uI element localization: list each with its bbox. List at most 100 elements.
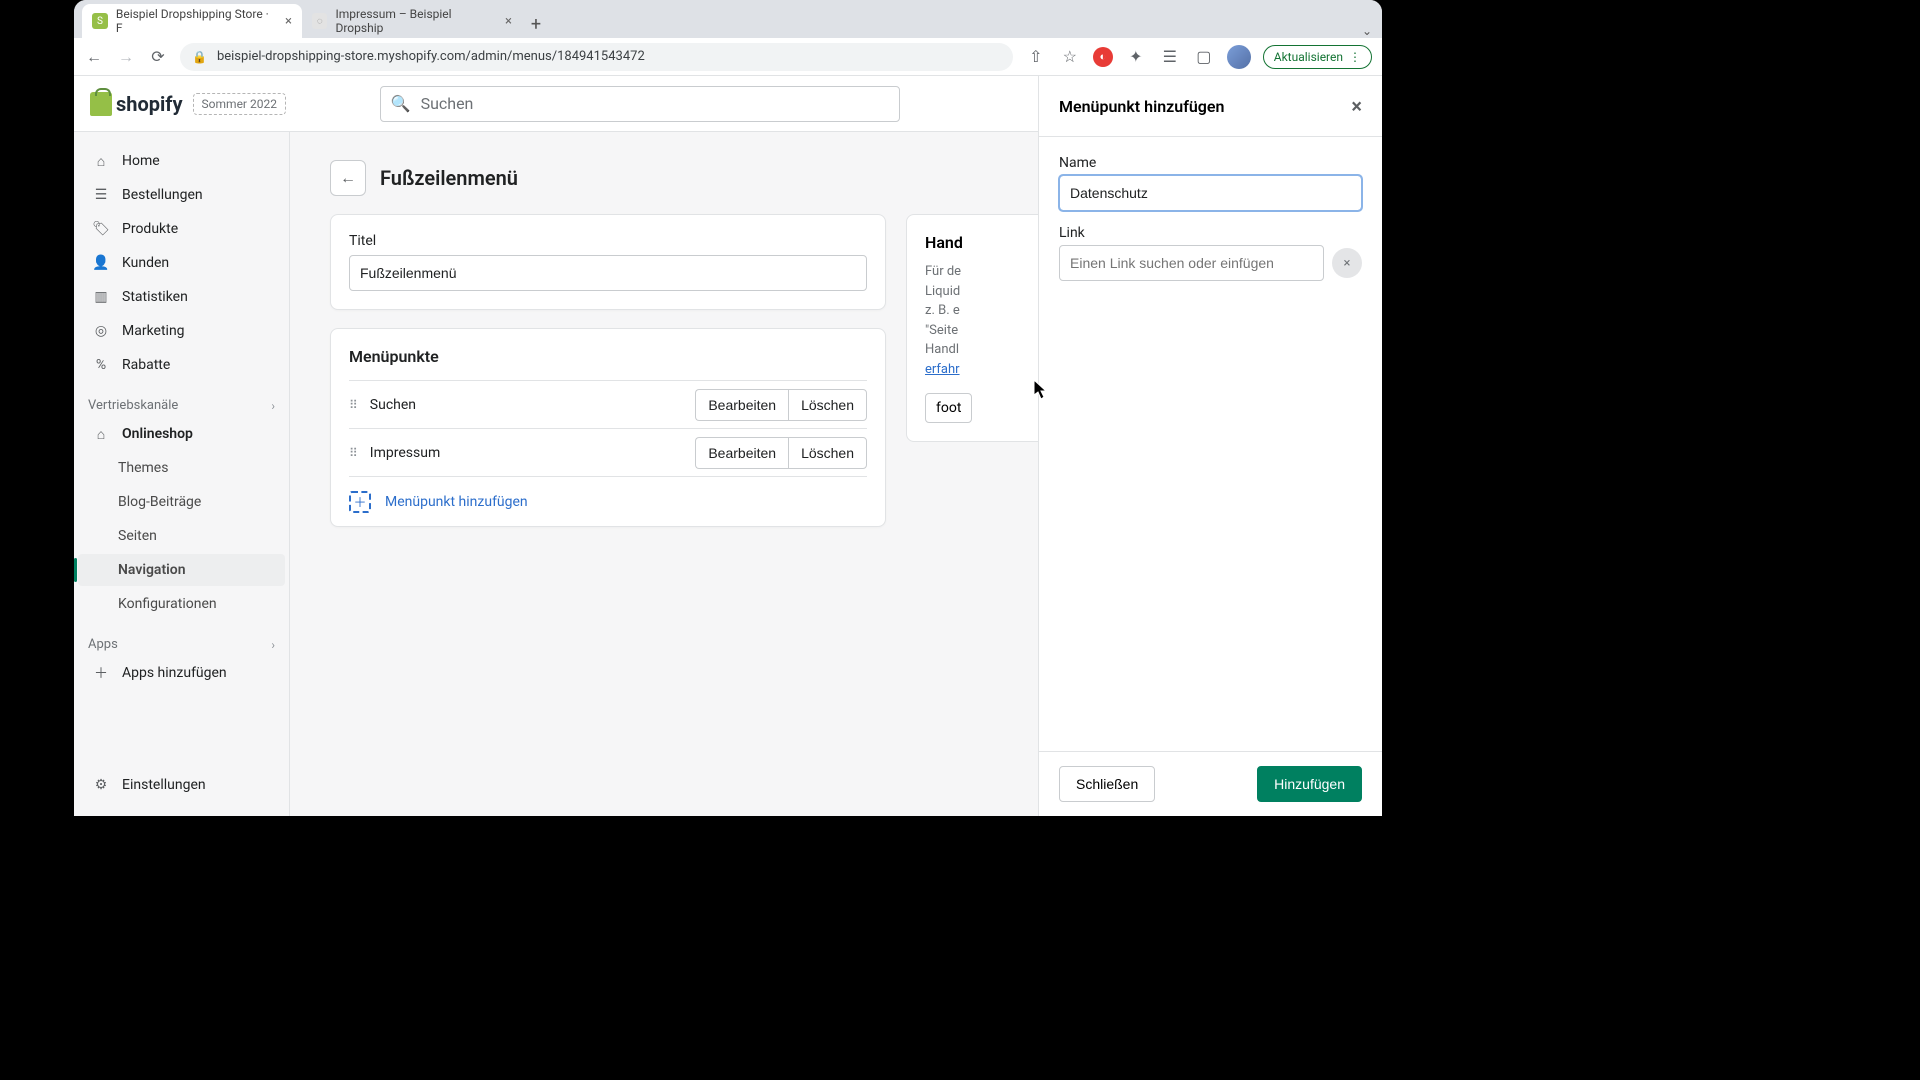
browser-url-bar: ← → ⟳ 🔒 beispiel-dropshipping-store.mysh… bbox=[74, 38, 1382, 76]
percent-icon: % bbox=[92, 357, 110, 373]
share-icon[interactable]: ⇧ bbox=[1025, 46, 1047, 68]
sidebar-sub-navigation[interactable]: Navigation bbox=[78, 554, 285, 586]
sidebar-item-customers[interactable]: 👤 Kunden bbox=[78, 247, 285, 279]
sidebar-section-channels[interactable]: Vertriebskanäle › bbox=[74, 390, 289, 417]
menu-items-header: Menüpunkte bbox=[349, 347, 867, 366]
bars-icon: ▥ bbox=[92, 289, 110, 305]
menu-items-card: Menüpunkte ⠿ Suchen Bearbeiten Löschen bbox=[330, 328, 886, 527]
sidebar-item-analytics[interactable]: ▥ Statistiken bbox=[78, 281, 285, 313]
browser-tab[interactable]: ◌ Impressum – Beispiel Dropship × bbox=[302, 4, 522, 38]
expand-tabs-icon[interactable]: ⌄ bbox=[1362, 24, 1372, 38]
close-tab-icon[interactable]: × bbox=[285, 14, 292, 29]
close-tab-icon[interactable]: × bbox=[505, 14, 512, 29]
search-icon: 🔍 bbox=[391, 94, 411, 113]
browser-profile-avatar[interactable] bbox=[1227, 45, 1251, 69]
sidebar-item-marketing[interactable]: ◎ Marketing bbox=[78, 315, 285, 347]
edit-button[interactable]: Bearbeiten bbox=[695, 437, 788, 469]
tab-title: Beispiel Dropshipping Store · F bbox=[116, 7, 277, 35]
add-button[interactable]: Hinzufügen bbox=[1257, 766, 1362, 802]
name-field-label: Name bbox=[1059, 155, 1362, 171]
sidebar-add-apps[interactable]: ＋Apps hinzufügen bbox=[78, 657, 285, 689]
add-item-drawer: Menüpunkt hinzufügen × Name Link × Schli… bbox=[1038, 76, 1382, 816]
menu-item-row: ⠿ Impressum Bearbeiten Löschen bbox=[349, 428, 867, 476]
gear-icon: ⚙ bbox=[92, 777, 110, 793]
name-input[interactable] bbox=[1059, 175, 1362, 211]
add-menu-item-button[interactable]: ＋ Menüpunkt hinzufügen bbox=[349, 476, 867, 526]
sidebar-item-discounts[interactable]: % Rabatte bbox=[78, 349, 285, 381]
sidebar-item-label: Rabatte bbox=[122, 357, 170, 373]
sidebar-item-settings[interactable]: ⚙ Einstellungen bbox=[78, 769, 285, 801]
sidebar-sub-themes[interactable]: Themes bbox=[78, 452, 285, 484]
sidebar-item-onlineshop[interactable]: ⌂Onlineshop bbox=[78, 418, 285, 450]
section-label: Vertriebskanäle bbox=[88, 398, 178, 413]
close-drawer-button[interactable]: × bbox=[1351, 94, 1362, 118]
new-tab-button[interactable]: + bbox=[522, 10, 550, 38]
link-input[interactable] bbox=[1059, 245, 1324, 281]
sidebar-sub-pages[interactable]: Seiten bbox=[78, 520, 285, 552]
update-label: Aktualisieren bbox=[1274, 50, 1343, 64]
drag-handle-icon[interactable]: ⠿ bbox=[349, 446, 356, 460]
sidebar-item-label: Marketing bbox=[122, 323, 185, 339]
person-icon: 👤 bbox=[92, 255, 110, 271]
edit-button[interactable]: Bearbeiten bbox=[695, 389, 788, 421]
title-input[interactable] bbox=[349, 255, 867, 291]
bookmark-star-icon[interactable]: ☆ bbox=[1059, 46, 1081, 68]
learn-more-link[interactable]: erfahr bbox=[925, 362, 960, 377]
tab-title: Impressum – Beispiel Dropship bbox=[335, 7, 497, 35]
handle-value: foot bbox=[925, 393, 972, 423]
url-text: beispiel-dropshipping-store.myshopify.co… bbox=[217, 49, 645, 64]
add-menu-item-label: Menüpunkt hinzufügen bbox=[385, 494, 528, 510]
menu-item-label: Suchen bbox=[370, 397, 696, 413]
sidebar-item-label: Navigation bbox=[118, 562, 186, 578]
sidebar-item-products[interactable]: 🏷Produkte bbox=[78, 213, 285, 245]
title-field-label: Titel bbox=[349, 233, 867, 249]
shopify-logo[interactable]: shopify bbox=[90, 92, 183, 116]
forward-icon[interactable]: → bbox=[116, 47, 136, 67]
section-label: Apps bbox=[88, 637, 118, 652]
extension-badge-icon[interactable]: ◐ bbox=[1093, 47, 1113, 67]
chevron-right-icon: › bbox=[271, 638, 275, 652]
arrow-left-icon: ← bbox=[340, 168, 356, 188]
sidebar-item-label: Apps hinzufügen bbox=[122, 665, 227, 681]
summer-badge[interactable]: Sommer 2022 bbox=[193, 93, 286, 115]
sidebar-sub-config[interactable]: Konfigurationen bbox=[78, 588, 285, 620]
page-title: Fußzeilenmenü bbox=[380, 166, 518, 190]
back-button[interactable]: ← bbox=[330, 160, 366, 196]
more-icon: ⋮ bbox=[1349, 50, 1361, 64]
close-button[interactable]: Schließen bbox=[1059, 766, 1155, 802]
delete-button[interactable]: Löschen bbox=[788, 389, 867, 421]
home-icon: ⌂ bbox=[92, 153, 110, 170]
sidebar: ⌂ Home ☰Bestellungen 🏷Produkte 👤 Kunden ▥ S… bbox=[74, 132, 290, 816]
sidebar-sub-blog[interactable]: Blog-Beiträge bbox=[78, 486, 285, 518]
target-icon: ◎ bbox=[92, 323, 110, 339]
reload-icon[interactable]: ⟳ bbox=[148, 47, 168, 66]
browser-tab[interactable]: S Beispiel Dropshipping Store · F × bbox=[82, 4, 302, 38]
logo-text: shopify bbox=[116, 92, 183, 116]
url-field[interactable]: 🔒 beispiel-dropshipping-store.myshopify.… bbox=[180, 43, 1013, 71]
back-icon[interactable]: ← bbox=[84, 47, 104, 67]
menu-item-row: ⠿ Suchen Bearbeiten Löschen bbox=[349, 380, 867, 428]
sidebar-section-apps[interactable]: Apps › bbox=[74, 629, 289, 656]
sidebar-item-label: Kunden bbox=[122, 255, 169, 271]
clear-link-button[interactable]: × bbox=[1332, 248, 1362, 278]
sidebar-item-label: Produkte bbox=[122, 221, 178, 237]
reading-list-icon[interactable]: ☰ bbox=[1159, 46, 1181, 68]
browser-tab-bar: S Beispiel Dropshipping Store · F × ◌ Im… bbox=[74, 0, 1382, 38]
sidebar-item-label: Blog-Beiträge bbox=[118, 494, 201, 510]
sidebar-item-orders[interactable]: ☰Bestellungen bbox=[78, 179, 285, 211]
sidebar-item-label: Einstellungen bbox=[122, 777, 206, 793]
orders-icon: ☰ bbox=[92, 187, 110, 203]
title-card: Titel bbox=[330, 214, 886, 310]
delete-button[interactable]: Löschen bbox=[788, 437, 867, 469]
sidepanel-icon[interactable]: ▢ bbox=[1193, 46, 1215, 68]
shopify-bag-icon bbox=[90, 92, 112, 116]
sidebar-item-label: Home bbox=[122, 153, 160, 169]
sidebar-item-label: Themes bbox=[118, 460, 168, 476]
sidebar-item-home[interactable]: ⌂ Home bbox=[78, 145, 285, 177]
extensions-icon[interactable]: ✦ bbox=[1125, 46, 1147, 68]
sidebar-item-label: Statistiken bbox=[122, 289, 188, 305]
global-search-input[interactable]: 🔍 Suchen bbox=[380, 86, 900, 122]
sidebar-item-label: Konfigurationen bbox=[118, 596, 217, 612]
update-button[interactable]: Aktualisieren ⋮ bbox=[1263, 45, 1372, 69]
drag-handle-icon[interactable]: ⠿ bbox=[349, 398, 356, 412]
